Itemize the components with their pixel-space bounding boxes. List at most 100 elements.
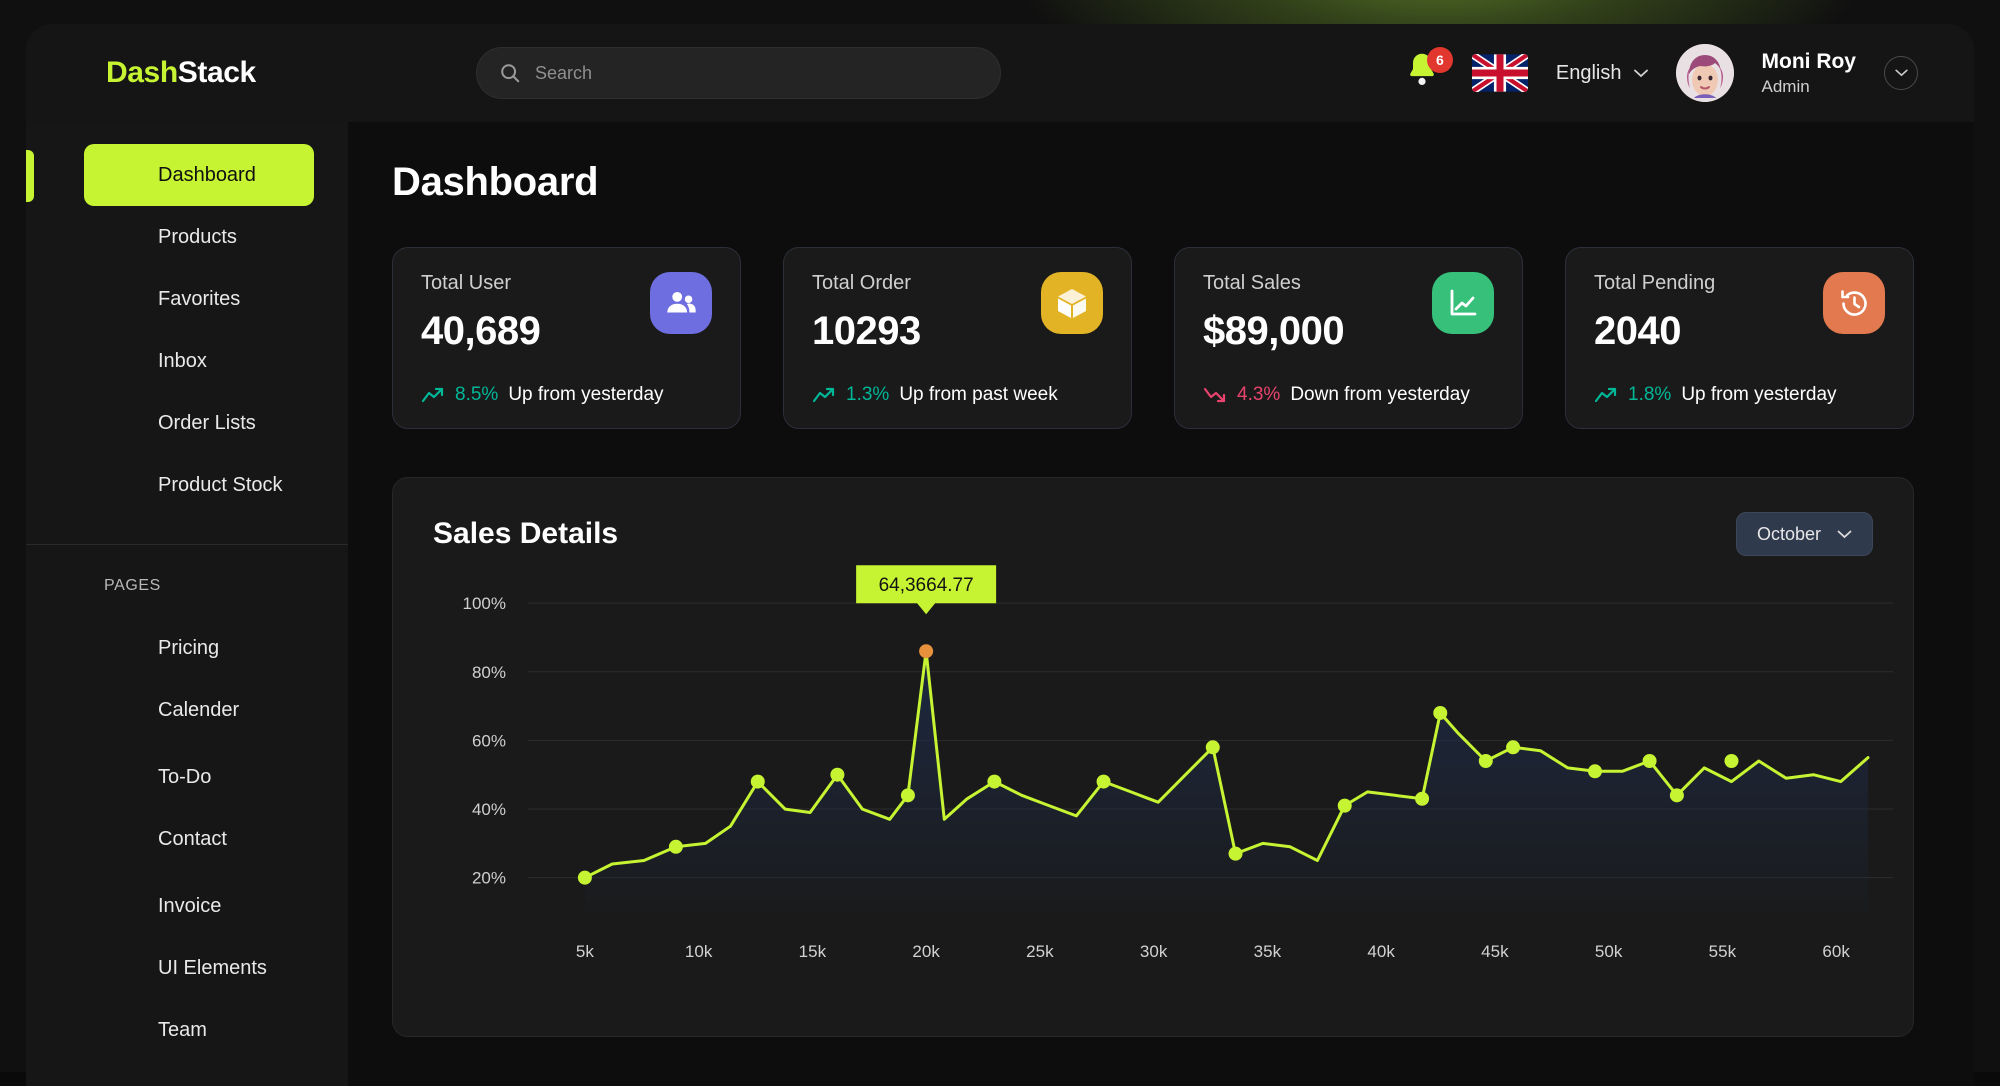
- chart-point: [1643, 754, 1657, 768]
- sidebar-item-dashboard[interactable]: Dashboard: [84, 144, 314, 206]
- sidebar-item-pricing[interactable]: Pricing: [84, 617, 314, 679]
- box-icon: [1041, 272, 1103, 334]
- sidebar-item-product-stock[interactable]: Product Stock: [84, 454, 314, 516]
- x-axis-tick: 50k: [1595, 942, 1623, 961]
- sidebar-item-label: Contact: [158, 828, 227, 851]
- sidebar-item-contact[interactable]: Contact: [84, 808, 314, 870]
- y-axis-tick: 100%: [463, 594, 506, 613]
- uk-flag-icon: [1472, 54, 1528, 92]
- card-trend: 8.5% Up from yesterday: [421, 384, 712, 406]
- x-axis-tick: 5k: [576, 942, 594, 961]
- x-axis-tick: 40k: [1367, 942, 1395, 961]
- stat-card-total-order[interactable]: Total Order 10293: [783, 247, 1132, 429]
- sidebar-item-invoice[interactable]: Invoice: [84, 875, 314, 937]
- language-label: English: [1556, 62, 1622, 85]
- card-label: Total Pending: [1594, 272, 1715, 295]
- month-selector[interactable]: October: [1736, 512, 1873, 556]
- app-logo[interactable]: DashStack: [26, 56, 376, 90]
- card-label: Total Sales: [1203, 272, 1344, 295]
- trend-down-icon: [1203, 386, 1227, 404]
- card-trend: 4.3% Down from yesterday: [1203, 384, 1494, 406]
- x-axis-tick: 35k: [1254, 942, 1282, 961]
- chart-point: [1206, 740, 1220, 754]
- chart-point: [830, 768, 844, 782]
- sidebar-item-label: Inbox: [158, 350, 207, 373]
- sidebar-item-label: To-Do: [158, 766, 211, 789]
- pending-clock-icon: [1823, 272, 1885, 334]
- chart-point: [669, 840, 683, 854]
- sidebar-item-team[interactable]: Team: [84, 999, 314, 1061]
- chart-point: [751, 775, 765, 789]
- x-axis-tick: 20k: [912, 942, 940, 961]
- sidebar-section-pages: PAGES: [26, 545, 348, 617]
- avatar[interactable]: [1676, 44, 1734, 102]
- sales-chart[interactable]: 20%40%60%80%100%5k10k15k20k25k30k35k40k4…: [433, 564, 1873, 994]
- y-axis-tick: 40%: [472, 800, 506, 819]
- x-axis-tick: 45k: [1481, 942, 1509, 961]
- card-trend-pct: 1.3%: [846, 384, 889, 406]
- stat-card-total-pending[interactable]: Total Pending 2040: [1565, 247, 1914, 429]
- stat-cards: Total User 40,689: [392, 247, 1914, 429]
- sales-line-chart: 20%40%60%80%100%5k10k15k20k25k30k35k40k4…: [433, 564, 1913, 984]
- sidebar-item-label: Dashboard: [158, 164, 256, 187]
- chart-point: [1097, 775, 1111, 789]
- sidebar-item-calender[interactable]: Calender: [84, 679, 314, 741]
- sidebar-item-label: UI Elements: [158, 957, 267, 980]
- chart-point: [987, 775, 1001, 789]
- user-menu-button[interactable]: [1884, 56, 1918, 90]
- chart-point: [1229, 847, 1243, 861]
- chevron-down-icon: [1837, 530, 1852, 539]
- sidebar-item-products[interactable]: Products: [84, 206, 314, 268]
- sidebar-item-to-do[interactable]: To-Do: [84, 746, 314, 808]
- chart-point: [1415, 792, 1429, 806]
- card-trend-text: Up from yesterday: [508, 384, 663, 406]
- language-selector[interactable]: English: [1556, 62, 1648, 85]
- sidebar-item-ui-elements[interactable]: UI Elements: [84, 937, 314, 999]
- sidebar-item-label: Order Lists: [158, 412, 256, 435]
- stat-card-total-user[interactable]: Total User 40,689: [392, 247, 741, 429]
- chart-point: [578, 871, 592, 885]
- trend-up-icon: [812, 386, 836, 404]
- chart-point: [1338, 799, 1352, 813]
- card-trend-pct: 8.5%: [455, 384, 498, 406]
- trend-up-icon: [421, 386, 445, 404]
- app-body: Dashboard Products Favorites Inbox Order…: [26, 122, 1974, 1086]
- line-chart-icon: [1432, 272, 1494, 334]
- sidebar: Dashboard Products Favorites Inbox Order…: [26, 122, 348, 1086]
- app-window: DashStack 6: [26, 24, 1974, 1086]
- card-label: Total User: [421, 272, 540, 295]
- notifications-button[interactable]: 6: [1404, 50, 1444, 96]
- sidebar-item-order-lists[interactable]: Order Lists: [84, 392, 314, 454]
- sidebar-item-label: Invoice: [158, 895, 221, 918]
- card-trend: 1.8% Up from yesterday: [1594, 384, 1885, 406]
- chart-point: [901, 788, 915, 802]
- y-axis-tick: 60%: [472, 731, 506, 750]
- chevron-down-icon: [1895, 69, 1908, 77]
- sidebar-item-label: Product Stock: [158, 474, 283, 497]
- search-bar[interactable]: [476, 47, 1001, 99]
- x-axis-tick: 25k: [1026, 942, 1054, 961]
- page-title: Dashboard: [392, 160, 1914, 205]
- user-info: Moni Roy Admin: [1762, 50, 1857, 97]
- card-value: 10293: [812, 309, 921, 354]
- card-trend-pct: 4.3%: [1237, 384, 1280, 406]
- chart-title: Sales Details: [433, 517, 618, 551]
- stat-card-total-sales[interactable]: Total Sales $89,000: [1174, 247, 1523, 429]
- y-axis-tick: 20%: [472, 869, 506, 888]
- card-label: Total Order: [812, 272, 921, 295]
- sidebar-item-favorites[interactable]: Favorites: [84, 268, 314, 330]
- card-value: 40,689: [421, 309, 540, 354]
- chart-point: [1670, 788, 1684, 802]
- chart-point: [1724, 754, 1738, 768]
- chart-point: [1506, 740, 1520, 754]
- sidebar-item-label: Products: [158, 226, 237, 249]
- card-value: 2040: [1594, 309, 1715, 354]
- chart-point: [1588, 764, 1602, 778]
- top-header: DashStack 6: [26, 24, 1974, 122]
- x-axis-tick: 15k: [799, 942, 827, 961]
- chart-point: [1433, 706, 1447, 720]
- users-icon: [650, 272, 712, 334]
- search-input[interactable]: [535, 63, 978, 84]
- card-trend-text: Up from past week: [899, 384, 1057, 406]
- sidebar-item-inbox[interactable]: Inbox: [84, 330, 314, 392]
